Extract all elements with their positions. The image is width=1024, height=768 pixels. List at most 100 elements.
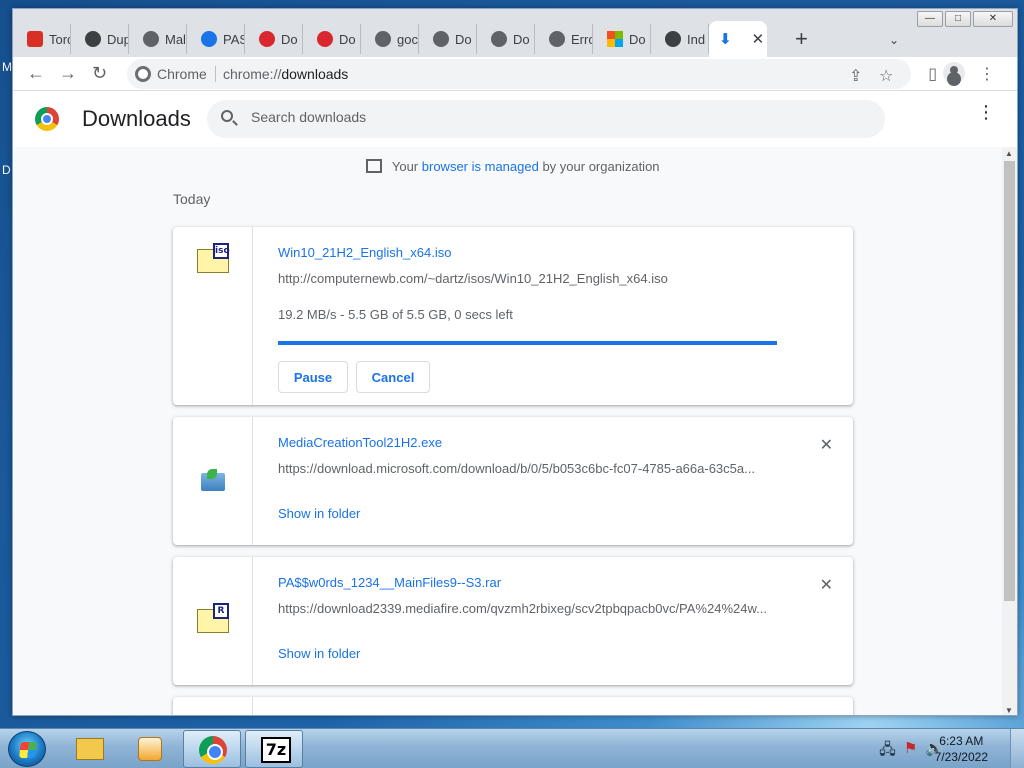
globe-icon — [143, 31, 159, 47]
show-in-folder-link[interactable]: Show in folder — [278, 506, 360, 521]
show-desktop-button[interactable] — [1010, 729, 1024, 768]
tab-label: Dup — [107, 31, 129, 47]
media-player-icon — [138, 737, 162, 761]
tab-label: Do — [629, 31, 646, 47]
chrome-site-icon — [135, 66, 151, 82]
tab[interactable]: Do — [593, 24, 651, 54]
tab[interactable]: Dup — [71, 24, 129, 54]
torrent-icon — [27, 31, 43, 47]
managed-notice: Your browser is managed by your organiza… — [13, 159, 1013, 174]
tab[interactable]: Do — [419, 24, 477, 54]
tab[interactable]: Do — [303, 24, 361, 54]
file-icon-column — [173, 697, 253, 715]
file-body — [201, 469, 225, 491]
managed-prefix: Your — [391, 159, 419, 174]
file-name-link[interactable]: Win10_21H2_English_x64.iso — [278, 245, 451, 260]
search-icon — [221, 110, 233, 122]
file-url[interactable]: http://computernewb.com/~dartz/isos/Win1… — [278, 271, 778, 286]
tab-label: Do — [455, 31, 472, 47]
start-button[interactable] — [8, 731, 46, 767]
scrollbar[interactable]: ▲ ▼ — [1002, 147, 1017, 715]
pause-button[interactable]: Pause — [278, 361, 348, 393]
download-item: iso Win10_21H2_English_x64.iso http://co… — [173, 227, 853, 405]
globe-icon — [549, 31, 565, 47]
progress-fill — [278, 341, 777, 345]
taskbar-chrome[interactable] — [183, 730, 241, 768]
star-icon[interactable]: ☆ — [879, 66, 893, 86]
file-url[interactable]: https://download.microsoft.com/download/… — [278, 461, 778, 476]
site-label: Chrome — [157, 66, 207, 82]
folder-icon — [76, 738, 104, 760]
network-icon[interactable]: 🖧 — [879, 739, 896, 764]
action-center-flag-icon[interactable]: ⚑ — [904, 739, 917, 764]
download-status: 19.2 MB/s - 5.5 GB of 5.5 GB, 0 secs lef… — [278, 307, 513, 322]
search-input[interactable] — [251, 109, 851, 125]
tab-label: Do — [339, 31, 356, 47]
chrome-logo-icon — [35, 107, 59, 131]
tab[interactable]: Torc — [13, 24, 71, 54]
window-controls: — □ ✕ — [917, 11, 1013, 27]
tab[interactable]: Erro — [535, 24, 593, 54]
tab[interactable]: Mal — [129, 24, 187, 54]
chrome-icon — [199, 736, 227, 764]
download-item: R PA$$w0rds_1234__MainFiles9--S3.rar ✕ h… — [173, 557, 853, 685]
taskbar-7zip[interactable]: 7z — [245, 730, 303, 768]
file-icon-column — [173, 417, 253, 545]
tab[interactable]: PAS — [187, 24, 245, 54]
managed-suffix: by your organization — [542, 159, 660, 174]
taskbar-explorer[interactable] — [60, 730, 118, 768]
close-tab-icon[interactable]: ✕ — [752, 30, 765, 48]
progress-bar — [278, 341, 777, 345]
tab[interactable]: Ind — [651, 24, 709, 54]
search-box[interactable] — [207, 100, 885, 138]
forward-button[interactable]: → — [59, 63, 77, 84]
scrollbar-thumb[interactable] — [1004, 161, 1015, 601]
goc-icon — [433, 31, 449, 47]
minimize-button[interactable]: — — [917, 11, 943, 27]
file-url[interactable]: https://download2339.mediafire.com/qvzmh… — [278, 601, 778, 616]
url-text[interactable]: chrome://downloads — [223, 66, 348, 82]
file-type-tag: R — [213, 603, 229, 619]
chrome-menu-icon[interactable]: ⋮ — [979, 64, 995, 84]
cancel-button[interactable]: Cancel — [356, 361, 430, 393]
tab[interactable]: goc — [361, 24, 419, 54]
tab-search-button[interactable]: ⌄ — [889, 33, 899, 47]
index-icon — [665, 31, 681, 47]
share-icon[interactable]: ⇪ — [849, 66, 862, 86]
remove-item-icon[interactable]: ✕ — [820, 435, 833, 455]
managed-link[interactable]: browser is managed — [422, 159, 539, 174]
toolbar: ← → ↻ Chrome chrome://downloads ⇪ ☆ ▯ ⋮ — [13, 57, 1017, 91]
tab-label: Torc — [49, 31, 70, 47]
taskbar-media-player[interactable] — [120, 730, 178, 768]
address-bar[interactable]: Chrome chrome://downloads ⇪ ☆ — [127, 59, 911, 89]
scroll-up-icon[interactable]: ▲ — [1005, 149, 1013, 158]
file-name-link[interactable]: MediaCreationTool21H2.exe — [278, 435, 442, 450]
profile-avatar-icon[interactable] — [943, 62, 965, 84]
tab-label: Erro — [571, 31, 592, 47]
tab[interactable]: Do — [245, 24, 303, 54]
file-name-link[interactable]: PA$$w0rds_1234__MainFiles9--S3.rar — [278, 575, 501, 590]
chrome-window: — □ ✕ Torc Dup Mal PAS Do Do goc Do Do E… — [12, 8, 1018, 716]
side-panel-icon[interactable]: ▯ — [928, 64, 937, 84]
clock[interactable]: 6:23 AM 7/23/2022 — [935, 733, 988, 765]
downloads-header: Downloads ⋮ — [13, 91, 1017, 147]
pas-icon — [201, 31, 217, 47]
file-icon-column: R — [173, 557, 253, 685]
tab-downloads-active[interactable]: ⬇ ✕ — [709, 21, 767, 57]
download-icon: ⬇ — [719, 31, 732, 48]
new-tab-button[interactable]: + — [795, 26, 808, 52]
tab[interactable]: Do — [477, 24, 535, 54]
page-title: Downloads — [82, 106, 191, 131]
scroll-down-icon[interactable]: ▼ — [1005, 706, 1013, 715]
goc-icon — [375, 31, 391, 47]
close-window-button[interactable]: ✕ — [973, 11, 1013, 27]
show-in-folder-link[interactable]: Show in folder — [278, 646, 360, 661]
more-actions-icon[interactable]: ⋮ — [977, 103, 995, 121]
maximize-button[interactable]: □ — [945, 11, 971, 27]
reload-button[interactable]: ↻ — [92, 63, 107, 84]
remove-item-icon[interactable]: ✕ — [820, 575, 833, 595]
iso-file-icon: iso — [197, 243, 230, 273]
dup-icon — [85, 31, 101, 47]
back-button[interactable]: ← — [27, 63, 45, 84]
tab-label: Do — [281, 31, 298, 47]
